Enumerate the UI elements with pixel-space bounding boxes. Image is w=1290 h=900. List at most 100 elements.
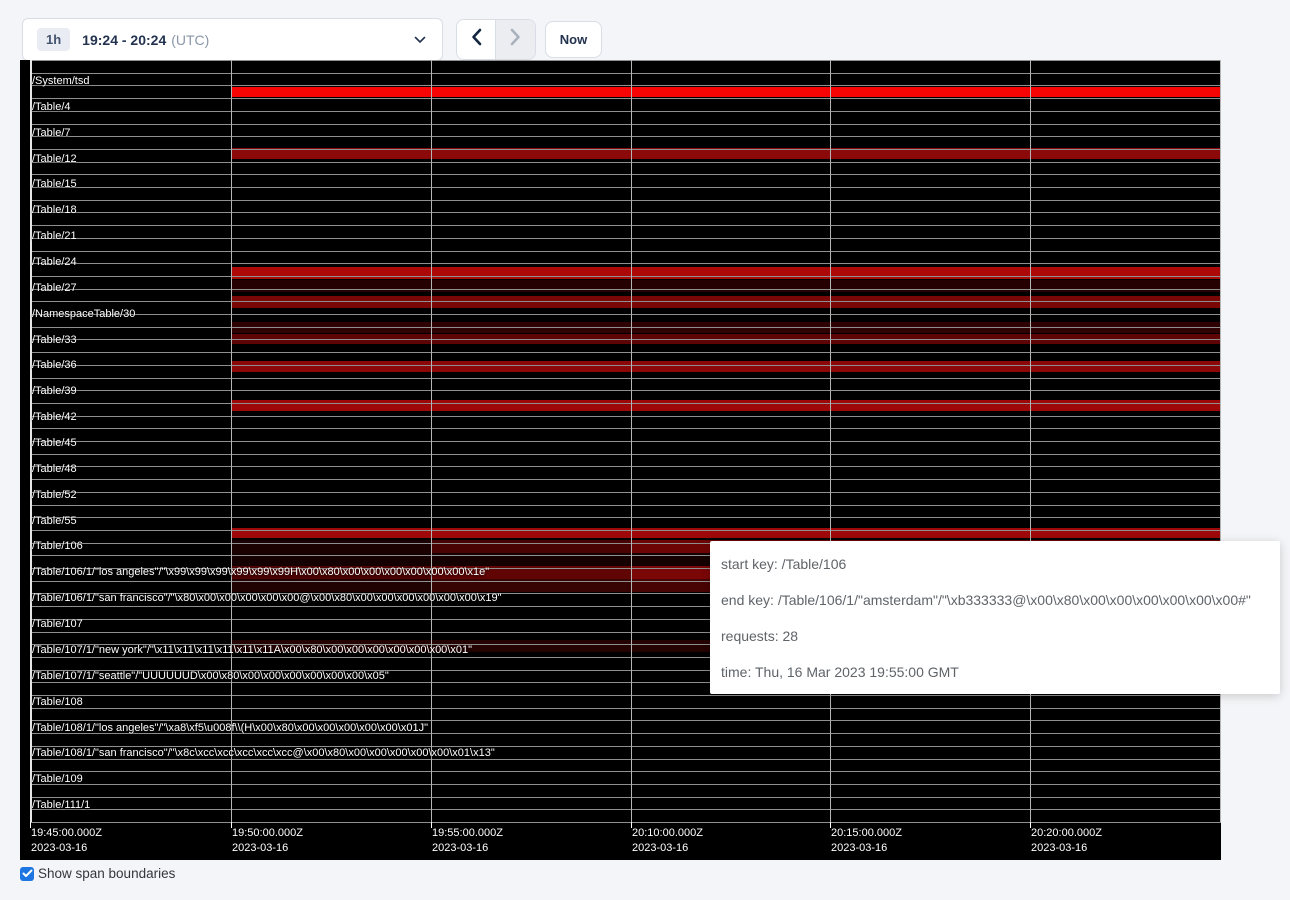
row-key-label: /Table/48 [32, 463, 77, 475]
heat-band[interactable] [232, 400, 1221, 411]
tooltip-end-key: end key: /Table/106/1/"amsterdam"/"\xb33… [721, 592, 1270, 608]
row-key-label: /Table/107/1/"seattle"/"UUUUUUD\x00\x80\… [32, 670, 389, 682]
toolbar: 1h 19:24 - 20:24 (UTC) Now [0, 0, 1290, 60]
heat-band[interactable] [232, 361, 1221, 372]
span-boundary-line [30, 212, 1221, 213]
row-key-label: /System/tsd [32, 75, 89, 87]
span-boundary-line [30, 365, 1221, 366]
span-boundary-line [30, 174, 1221, 175]
span-boundary-line [30, 466, 1221, 467]
row-key-label: /Table/107 [32, 618, 83, 630]
axis-date-value: 2023-03-16 [31, 841, 102, 856]
row-key-label: /Table/24 [32, 256, 77, 268]
time-nav-group [456, 19, 536, 60]
row-key-label: /Table/45 [32, 437, 77, 449]
span-boundary-line [30, 492, 1221, 493]
span-boundary-line [30, 98, 1221, 99]
span-boundary-line [30, 403, 1221, 404]
span-boundary-line [30, 85, 1221, 86]
heat-band[interactable] [232, 87, 1221, 97]
axis-time-value: 19:50:00.000Z [232, 826, 303, 841]
time-range-value: 19:24 - 20:24 [82, 32, 166, 48]
show-span-boundaries-label: Show span boundaries [38, 866, 175, 881]
span-boundary-line [30, 187, 1221, 188]
row-key-label: /Table/108 [32, 696, 83, 708]
span-boundary-line [30, 428, 1221, 429]
span-boundary-line [30, 352, 1221, 353]
axis-time-label: 19:55:00.000Z2023-03-16 [432, 826, 503, 856]
chevron-left-icon [471, 28, 482, 51]
span-boundary-line [30, 695, 1221, 696]
span-boundary-line [30, 441, 1221, 442]
row-key-label: /Table/21 [32, 230, 77, 242]
span-boundary-line [30, 124, 1221, 125]
row-key-label: /Table/55 [32, 515, 77, 527]
span-boundary-line [30, 708, 1221, 709]
tooltip-time: time: Thu, 16 Mar 2023 19:55:00 GMT [721, 664, 1270, 680]
span-boundary-line [30, 416, 1221, 417]
next-interval-button-disabled[interactable] [496, 20, 535, 59]
heat-band[interactable] [232, 267, 1221, 279]
row-key-label: /Table/12 [32, 153, 77, 165]
span-boundary-line [30, 238, 1221, 239]
axis-time-label: 20:15:00.000Z2023-03-16 [831, 826, 902, 856]
span-boundary-line [30, 378, 1221, 379]
span-boundary-line [30, 327, 1221, 328]
span-boundary-line [30, 517, 1221, 518]
span-boundary-line [30, 390, 1221, 391]
row-key-label: /Table/111/1 [32, 799, 90, 811]
span-boundary-line [30, 225, 1221, 226]
row-key-label: /Table/15 [32, 178, 77, 190]
previous-interval-button[interactable] [457, 20, 496, 59]
span-boundary-line [30, 149, 1221, 150]
span-boundary-line [30, 530, 1221, 531]
row-key-label: /Table/108/1/"san francisco"/"\x8c\xcc\x… [32, 747, 495, 759]
axis-time-value: 20:20:00.000Z [1031, 826, 1102, 841]
heat-band[interactable] [232, 280, 1221, 292]
key-visualizer-heatmap[interactable]: /System/tsd/Table/4/Table/7/Table/12/Tab… [20, 60, 1221, 860]
chevron-down-icon [414, 31, 426, 49]
span-boundary-line [30, 339, 1221, 340]
axis-date-value: 2023-03-16 [232, 841, 303, 856]
axis-date-value: 2023-03-16 [632, 841, 703, 856]
row-key-label: /Table/108/1/"los angeles"/"\xa8\xf5\u00… [32, 722, 428, 734]
axis-date-value: 2023-03-16 [1031, 841, 1102, 856]
time-range-dropdown[interactable]: 1h 19:24 - 20:24 (UTC) [22, 18, 443, 61]
span-boundary-line [30, 60, 1221, 61]
axis-time-value: 20:15:00.000Z [831, 826, 902, 841]
axis-time-label: 20:20:00.000Z2023-03-16 [1031, 826, 1102, 856]
time-range-preset-badge: 1h [37, 28, 70, 51]
column-grid-line [231, 60, 232, 822]
chevron-right-icon [510, 28, 521, 51]
span-boundary-line [30, 797, 1221, 798]
now-button[interactable]: Now [545, 21, 602, 58]
span-boundary-line [30, 111, 1221, 112]
show-span-boundaries-checkbox[interactable] [20, 867, 34, 881]
span-boundary-line [30, 314, 1221, 315]
row-key-label: /Table/107/1/"new york"/"\x11\x11\x11\x1… [32, 644, 472, 656]
row-key-label: /Table/52 [32, 489, 77, 501]
tooltip-requests: requests: 28 [721, 628, 1270, 644]
span-boundary-line [30, 822, 1221, 823]
row-key-label: /Table/106/1/"san francisco"/"\x80\x00\x… [32, 592, 502, 604]
span-boundary-line [30, 73, 1221, 74]
span-boundary-line [30, 263, 1221, 264]
column-grid-line [631, 60, 632, 822]
row-key-label: /Table/109 [32, 773, 83, 785]
span-tooltip: start key: /Table/106 end key: /Table/10… [710, 541, 1280, 694]
span-boundary-line [30, 251, 1221, 252]
span-boundary-line [30, 289, 1221, 290]
span-boundary-line [30, 136, 1221, 137]
span-boundary-line [30, 454, 1221, 455]
time-range-timezone: (UTC) [171, 32, 209, 48]
checkmark-icon [22, 865, 33, 883]
axis-date-value: 2023-03-16 [432, 841, 503, 856]
row-key-label: /Table/33 [32, 334, 77, 346]
column-grid-line [1220, 60, 1221, 822]
span-boundary-line [30, 784, 1221, 785]
column-grid-line [431, 60, 432, 822]
row-key-label: /Table/27 [32, 282, 77, 294]
footer: Show span boundaries [20, 866, 175, 881]
axis-time-value: 20:10:00.000Z [632, 826, 703, 841]
span-boundary-line [30, 479, 1221, 480]
